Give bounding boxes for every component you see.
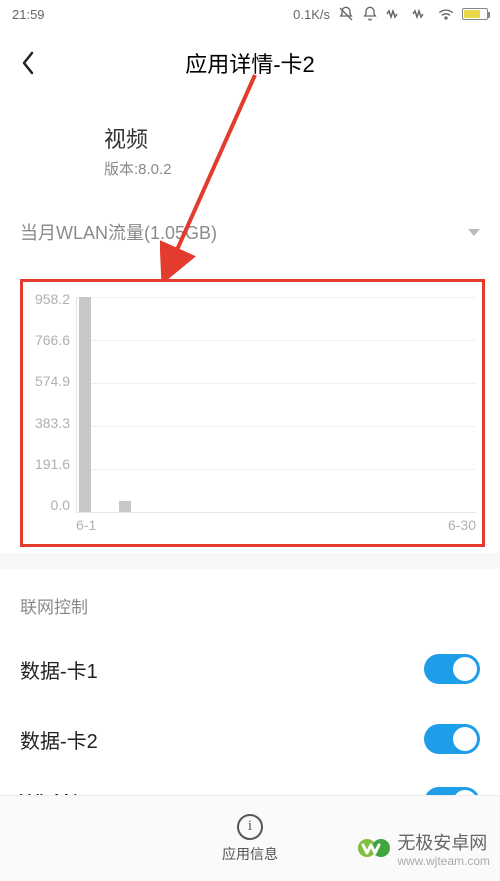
- x-axis: 6-1 6-30: [76, 517, 476, 535]
- switch-data-sim1[interactable]: [424, 654, 480, 684]
- toggle-label: 数据-卡1: [20, 655, 98, 684]
- wifi-icon: [438, 8, 454, 20]
- chart-bar: [79, 297, 91, 512]
- info-icon: i: [237, 814, 263, 840]
- chevron-down-icon: [468, 229, 480, 236]
- back-button[interactable]: [0, 35, 56, 91]
- battery-icon: [462, 8, 488, 20]
- title-bar: 应用详情-卡2: [0, 28, 500, 98]
- plot-area: [76, 297, 476, 513]
- watermark-sub: www.wjteam.com: [397, 855, 490, 867]
- y-tick: 958.2: [20, 291, 70, 307]
- dropdown-label: 当月WLAN流量(1.05GB): [20, 219, 217, 245]
- page-title: 应用详情-卡2: [0, 47, 500, 79]
- chart-section: 958.2 766.6 574.9 383.3 191.6 0.0 6-1 6-…: [0, 273, 500, 553]
- x-tick-start: 6-1: [76, 517, 96, 535]
- watermark-logo-icon: [357, 831, 391, 865]
- status-bar: 21:59 0.1K/s: [0, 0, 500, 28]
- y-tick: 383.3: [20, 415, 70, 431]
- x-tick-end: 6-30: [448, 517, 476, 535]
- chart-bar: [119, 501, 131, 512]
- bottom-label: 应用信息: [222, 844, 278, 864]
- app-version: 版本:8.0.2: [104, 158, 172, 179]
- net-speed: 0.1K/s: [293, 7, 330, 22]
- y-axis: 958.2 766.6 574.9 383.3 191.6 0.0: [20, 291, 70, 513]
- vibrate-icon: [386, 9, 404, 19]
- traffic-period-dropdown[interactable]: 当月WLAN流量(1.05GB): [0, 209, 500, 273]
- app-icon: [20, 122, 80, 178]
- usage-chart: 958.2 766.6 574.9 383.3 191.6 0.0 6-1 6-…: [20, 291, 480, 531]
- toggle-label: 数据-卡2: [20, 725, 98, 754]
- toggle-row-data-sim1: 数据-卡1: [0, 634, 500, 704]
- status-right: 0.1K/s: [293, 6, 488, 22]
- chevron-left-icon: [19, 49, 37, 77]
- network-section-header: 联网控制: [0, 569, 500, 634]
- status-time: 21:59: [12, 7, 45, 22]
- app-name: 视频: [104, 122, 172, 154]
- y-tick: 574.9: [20, 373, 70, 389]
- watermark-title: 无极安卓网: [397, 829, 490, 855]
- y-tick: 191.6: [20, 456, 70, 472]
- mute-icon: [338, 6, 354, 22]
- vibrate-icon-2: [412, 9, 430, 19]
- y-tick: 766.6: [20, 332, 70, 348]
- toggle-row-data-sim2: 数据-卡2: [0, 704, 500, 774]
- y-tick: 0.0: [20, 497, 70, 513]
- app-info-card: 视频 版本:8.0.2: [0, 98, 500, 209]
- watermark: 无极安卓网 www.wjteam.com: [357, 829, 490, 867]
- bell-icon: [362, 6, 378, 22]
- switch-data-sim2[interactable]: [424, 724, 480, 754]
